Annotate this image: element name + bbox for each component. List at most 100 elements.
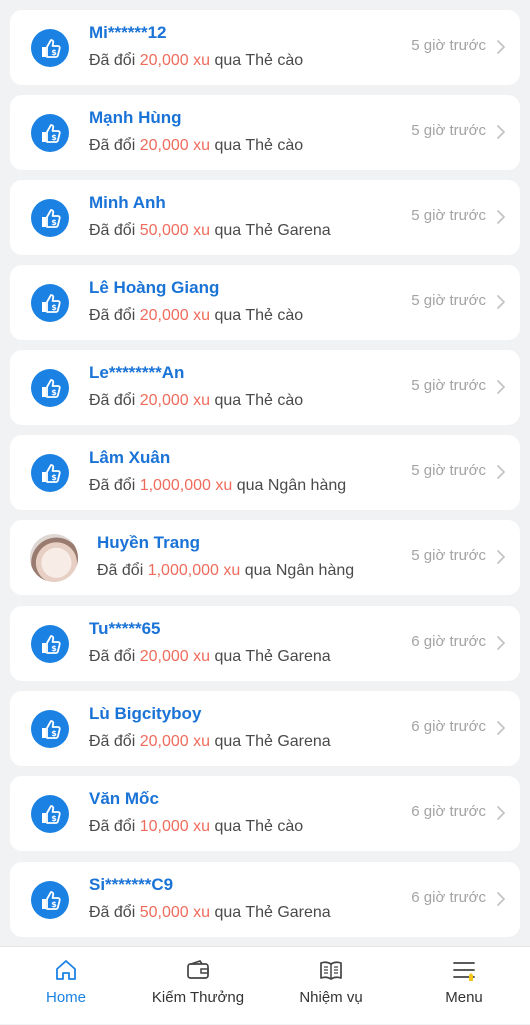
exchange-description: Đã đổi 20,000 xu qua Thẻ cào	[89, 307, 304, 324]
thumbs-up-coin-icon: $	[31, 710, 69, 748]
chevron-right-icon	[497, 295, 505, 309]
tab-label: Home	[45, 989, 86, 1006]
exchange-amount: 20,000 xu	[139, 648, 210, 665]
thumbs-up-coin-icon: $	[31, 454, 69, 492]
svg-text:$: $	[51, 303, 57, 312]
wallet-icon	[187, 959, 209, 979]
exchange-amount: 20,000 xu	[139, 137, 210, 154]
exchange-description: Đã đổi 20,000 xu qua Thẻ cào	[89, 392, 304, 409]
svg-text:$: $	[51, 814, 57, 823]
svg-text:$: $	[51, 48, 57, 57]
chevron-right-icon	[497, 465, 505, 479]
tab-label: Kiếm Thưởng	[151, 989, 245, 1006]
exchange-amount: 20,000 xu	[139, 52, 210, 69]
list-item[interactable]: $ Lù Bigcityboy Đã đổi 20,000 xu qua Thẻ…	[10, 691, 520, 766]
user-name: Mạnh Hùng	[89, 108, 182, 127]
user-name: Văn Mốc	[89, 789, 159, 808]
svg-text:$: $	[51, 644, 57, 653]
exchange-description: Đã đổi 1,000,000 xu qua Ngân hàng	[97, 562, 355, 579]
list-item[interactable]: $ Si*******C9 Đã đổi 50,000 xu qua Thẻ G…	[10, 862, 520, 937]
home-icon	[56, 960, 76, 980]
exchange-description: Đã đổi 50,000 xu qua Thẻ Garena	[89, 904, 331, 921]
thumbs-up-coin-icon: $	[31, 369, 69, 407]
svg-text:$: $	[51, 388, 57, 397]
tab-kiem-thuong[interactable]: Kiếm Thưởng	[132, 947, 264, 1025]
thumbs-up-coin-icon: $	[31, 284, 69, 322]
chevron-right-icon	[497, 125, 505, 139]
exchange-description: Đã đổi 20,000 xu qua Thẻ cào	[89, 137, 304, 154]
user-name: Le********An	[89, 363, 185, 382]
timestamp: 6 giờ trước	[411, 889, 486, 906]
tab-nhiem-vu[interactable]: Nhiệm vụ	[265, 947, 397, 1025]
exchange-description: Đã đổi 10,000 xu qua Thẻ cào	[89, 818, 304, 835]
user-name: Minh Anh	[89, 193, 166, 212]
timestamp: 5 giờ trước	[411, 37, 486, 54]
svg-text:$: $	[51, 900, 57, 909]
exchange-amount: 10,000 xu	[139, 818, 210, 835]
svg-text:$: $	[51, 473, 57, 482]
user-name: Lù Bigcityboy	[89, 704, 202, 723]
user-name: Mi******12	[89, 23, 167, 42]
list-item[interactable]: $ Lâm Xuân Đã đổi 1,000,000 xu qua Ngân …	[10, 435, 520, 510]
list-item[interactable]: $ Văn Mốc Đã đổi 10,000 xu qua Thẻ cào 6…	[10, 776, 520, 851]
user-name: Huyền Trang	[97, 533, 200, 552]
list-item[interactable]: $ Lê Hoàng Giang Đã đổi 20,000 xu qua Th…	[10, 265, 520, 340]
thumbs-up-coin-icon: $	[31, 881, 69, 919]
list-item[interactable]: $ Minh Anh Đã đổi 50,000 xu qua Thẻ Gare…	[10, 180, 520, 255]
svg-text:$: $	[51, 133, 57, 142]
exchange-feed: $ Mi******12 Đã đổi 20,000 xu qua Thẻ cà…	[0, 0, 530, 946]
tab-label: Menu	[445, 989, 483, 1006]
chevron-right-icon	[497, 892, 505, 906]
list-item[interactable]: $ Mi******12 Đã đổi 20,000 xu qua Thẻ cà…	[10, 10, 520, 85]
user-photo-avatar	[30, 534, 78, 582]
exchange-description: Đã đổi 20,000 xu qua Thẻ Garena	[89, 733, 331, 750]
timestamp: 5 giờ trước	[411, 462, 486, 479]
timestamp: 5 giờ trước	[411, 207, 486, 224]
exchange-amount: 50,000 xu	[139, 222, 210, 239]
bottom-tab-bar: Home Kiếm Thưởng Nhiệm vụ Menu	[0, 946, 530, 1024]
timestamp: 5 giờ trước	[411, 547, 486, 564]
user-name: Si*******C9	[89, 875, 174, 894]
chevron-right-icon	[497, 550, 505, 564]
user-name: Tu*****65	[89, 619, 161, 638]
timestamp: 5 giờ trước	[411, 377, 486, 394]
exchange-description: Đã đổi 20,000 xu qua Thẻ cào	[89, 52, 304, 69]
thumbs-up-coin-icon: $	[31, 29, 69, 67]
timestamp: 6 giờ trước	[411, 633, 486, 650]
thumbs-up-coin-icon: $	[31, 199, 69, 237]
tab-label: Nhiệm vụ	[299, 989, 363, 1006]
tab-home[interactable]: Home	[0, 947, 132, 1025]
svg-text:$: $	[51, 218, 57, 227]
timestamp: 5 giờ trước	[411, 122, 486, 139]
user-name: Lâm Xuân	[89, 448, 171, 467]
book-icon	[320, 961, 342, 980]
chevron-right-icon	[497, 210, 505, 224]
chevron-right-icon	[497, 40, 505, 54]
thumbs-up-coin-icon: $	[31, 114, 69, 152]
chevron-right-icon	[497, 721, 505, 735]
thumbs-up-coin-icon: $	[31, 625, 69, 663]
exchange-amount: 1,000,000 xu	[147, 562, 241, 579]
chevron-right-icon	[497, 636, 505, 650]
chevron-right-icon	[497, 380, 505, 394]
list-item[interactable]: $ Mạnh Hùng Đã đổi 20,000 xu qua Thẻ cào…	[10, 95, 520, 170]
exchange-description: Đã đổi 50,000 xu qua Thẻ Garena	[89, 222, 331, 239]
exchange-description: Đã đổi 1,000,000 xu qua Ngân hàng	[89, 477, 347, 494]
exchange-amount: 20,000 xu	[139, 733, 210, 750]
list-item[interactable]: Huyền Trang Đã đổi 1,000,000 xu qua Ngân…	[10, 520, 520, 595]
user-name: Lê Hoàng Giang	[89, 278, 220, 297]
chevron-right-icon	[497, 806, 505, 820]
menu-icon	[453, 962, 475, 981]
svg-text:$: $	[51, 729, 57, 738]
list-item[interactable]: $ Le********An Đã đổi 20,000 xu qua Thẻ …	[10, 350, 520, 425]
exchange-amount: 20,000 xu	[139, 392, 210, 409]
exchange-amount: 50,000 xu	[139, 904, 210, 921]
exchange-description: Đã đổi 20,000 xu qua Thẻ Garena	[89, 648, 331, 665]
timestamp: 5 giờ trước	[411, 292, 486, 309]
timestamp: 6 giờ trước	[411, 803, 486, 820]
exchange-amount: 20,000 xu	[139, 307, 210, 324]
list-item[interactable]: $ Tu*****65 Đã đổi 20,000 xu qua Thẻ Gar…	[10, 606, 520, 681]
thumbs-up-coin-icon: $	[31, 795, 69, 833]
tab-menu[interactable]: Menu	[398, 947, 530, 1025]
timestamp: 6 giờ trước	[411, 718, 486, 735]
